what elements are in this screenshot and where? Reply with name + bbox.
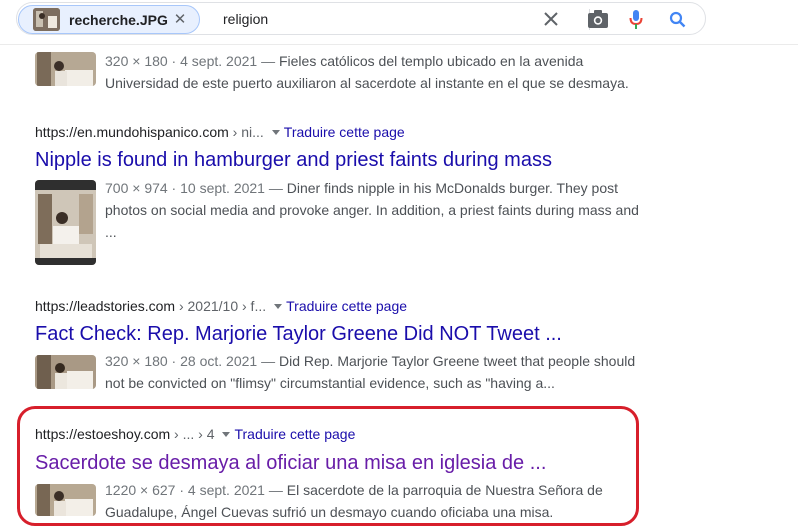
camera-icon[interactable] (587, 9, 609, 29)
result-url-crumb: › 2021/10 › f... (175, 298, 267, 314)
image-search-chip[interactable]: recherche.JPG ✕ (18, 5, 200, 34)
dropdown-triangle-icon[interactable] (274, 303, 283, 309)
result-url-domain: https://en.mundohispanico.com (35, 124, 229, 140)
result-snippet: 320 × 180 · 4 sept. 2021 — Fieles católi… (105, 50, 645, 94)
result-meta: 700 × 974 · 10 sept. 2021 — (105, 180, 287, 196)
clear-icon[interactable] (543, 11, 559, 27)
chip-label: recherche.JPG (69, 12, 168, 28)
result-thumbnail[interactable] (35, 355, 96, 389)
search-result: 320 × 180 · 4 sept. 2021 — Fieles católi… (35, 50, 645, 100)
result-title[interactable]: Nipple is found in hamburger and priest … (35, 149, 552, 172)
search-result: https://leadstories.com › 2021/10 › f...… (35, 296, 645, 396)
search-icon[interactable] (669, 11, 686, 28)
dropdown-triangle-icon[interactable] (271, 129, 280, 135)
result-url-domain: https://leadstories.com (35, 298, 176, 314)
result-title[interactable]: Fact Check: Rep. Marjorie Taylor Greene … (35, 323, 562, 346)
translate-link[interactable]: Traduire cette page (284, 124, 405, 140)
chip-thumbnail (33, 8, 60, 31)
translate-link[interactable]: Traduire cette page (286, 298, 407, 314)
result-meta: 320 × 180 · 4 sept. 2021 — (105, 53, 279, 69)
result-thumbnail[interactable] (35, 180, 96, 265)
highlight-box (17, 406, 639, 526)
result-snippet: 700 × 974 · 10 sept. 2021 — Diner finds … (105, 177, 645, 243)
result-meta: 320 × 180 · 28 oct. 2021 — (105, 353, 279, 369)
result-thumbnail[interactable] (35, 52, 96, 86)
result-url[interactable]: https://en.mundohispanico.com › ni... Tra… (35, 124, 405, 140)
chip-close-icon[interactable]: ✕ (170, 10, 190, 30)
microphone-icon[interactable] (629, 9, 643, 30)
header-divider (0, 44, 798, 45)
search-bar[interactable]: recherche.JPG ✕ religion (16, 2, 706, 35)
search-input[interactable]: religion (223, 11, 268, 27)
search-result: https://en.mundohispanico.com › ni... Tra… (35, 122, 645, 272)
result-url[interactable]: https://leadstories.com › 2021/10 › f...… (35, 298, 407, 314)
result-url-crumb: › ni... (228, 124, 264, 140)
result-snippet: 320 × 180 · 28 oct. 2021 — Did Rep. Marj… (105, 350, 645, 394)
